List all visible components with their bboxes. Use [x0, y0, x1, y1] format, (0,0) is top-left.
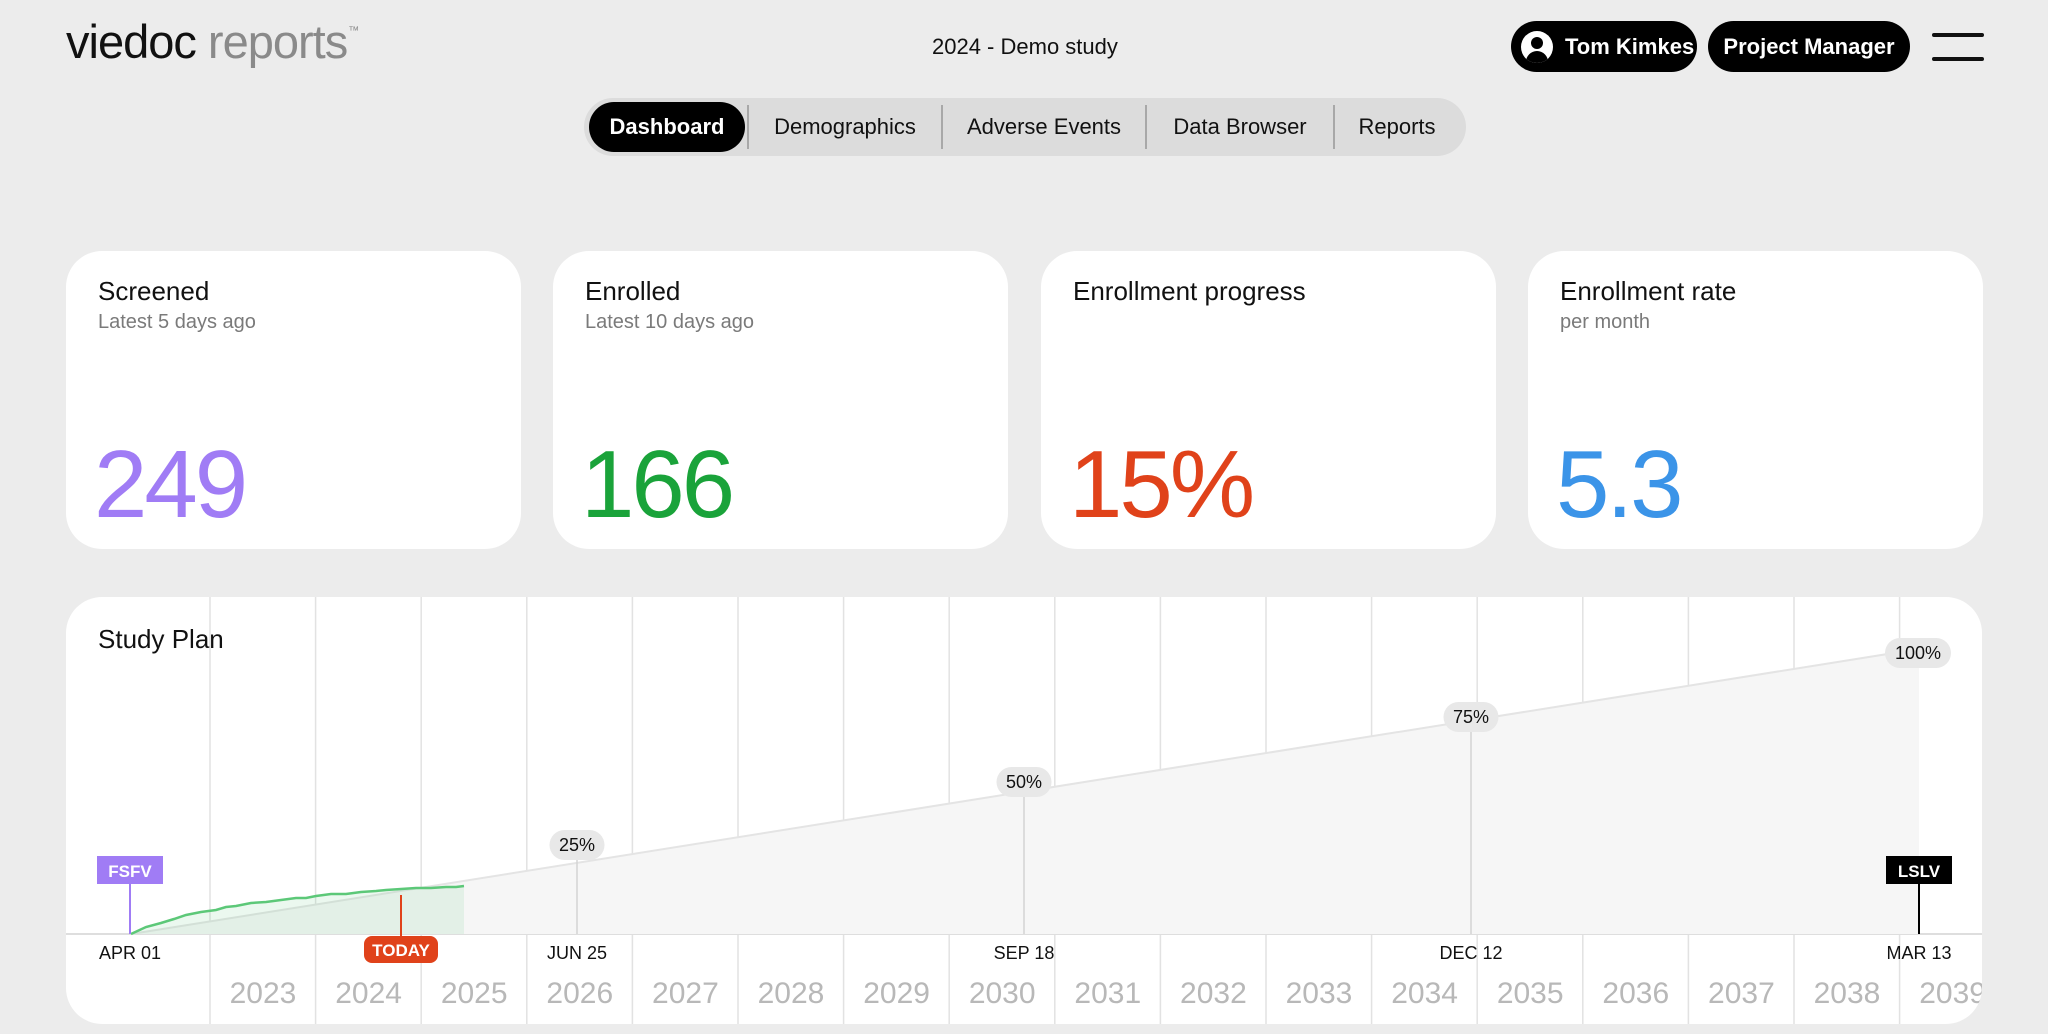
enrolled-value: 166 [581, 431, 735, 538]
year-label: 2030 [969, 977, 1036, 1010]
card-title: Enrolled [585, 276, 681, 306]
card-subtitle: Latest 5 days ago [98, 311, 256, 333]
milestone-label: 75% [1453, 707, 1489, 727]
milestone-date: SEP 18 [994, 943, 1055, 963]
enrollment-progress-card: Enrollment progress 15% [1041, 251, 1496, 549]
study-plan-timeline: 25% JUN 25 50% SEP 18 75% DEC 12 100% FSFV APR 0… [66, 597, 1982, 1024]
logo-text-secondary: reports [207, 15, 348, 68]
year-label: 2033 [1286, 977, 1353, 1010]
main-tab-bar: Dashboard Demographics Adverse Events Da… [584, 98, 1466, 156]
logo-trademark: ™ [348, 25, 360, 37]
year-label: 2025 [441, 977, 508, 1010]
year-label: 2031 [1074, 977, 1141, 1010]
year-label: 2029 [863, 977, 930, 1010]
year-label: 2035 [1497, 977, 1564, 1010]
enrollment-rate-card: Enrollment rate per month 5.3 [1528, 251, 1983, 549]
tab-dashboard[interactable]: Dashboard [589, 102, 745, 152]
card-title: Screened [98, 276, 210, 306]
tab-reports[interactable]: Reports [1335, 102, 1459, 152]
hamburger-menu-icon[interactable] [1932, 33, 1984, 61]
milestone-label: 50% [1006, 772, 1042, 792]
milestone-date: JUN 25 [547, 943, 607, 963]
tab-data-browser[interactable]: Data Browser [1147, 102, 1333, 152]
screened-value: 249 [94, 431, 248, 538]
screened-card: Screened Latest 5 days ago 249 [66, 251, 521, 549]
enrollment-rate-value: 5.3 [1556, 431, 1683, 538]
year-label: 2028 [758, 977, 825, 1010]
card-subtitle: Latest 10 days ago [585, 311, 755, 333]
card-title: Enrollment progress [1073, 276, 1306, 306]
year-label: 2026 [546, 977, 613, 1010]
fsfv-label: FSFV [108, 862, 152, 881]
start-date-label: APR 01 [99, 943, 161, 963]
user-avatar-icon [1521, 30, 1553, 63]
enrolled-card: Enrolled Latest 10 days ago 166 [553, 251, 1008, 549]
milestone-date: DEC 12 [1439, 943, 1502, 963]
year-label: 2036 [1602, 977, 1669, 1010]
year-label: 2032 [1180, 977, 1247, 1010]
lslv-label: LSLV [1898, 862, 1941, 881]
study-plan-panel: Study Plan 25% JUN 25 50% SEP 18 75% DEC 12 10… [66, 597, 1982, 1024]
card-title: Enrollment rate [1560, 276, 1737, 306]
milestone-date: MAR 13 [1886, 943, 1951, 963]
year-label: 2039 [1919, 977, 1982, 1010]
year-label: 2034 [1391, 977, 1458, 1010]
milestone-label: 25% [559, 835, 595, 855]
tab-adverse-events[interactable]: Adverse Events [943, 102, 1145, 152]
card-subtitle: per month [1560, 311, 1651, 333]
actual-enrollment-area [131, 886, 464, 934]
viedoc-reports-logo[interactable]: viedoc reports™ [66, 14, 359, 83]
today-label: TODAY [372, 941, 430, 960]
year-label: 2023 [230, 977, 297, 1010]
year-label: 2027 [652, 977, 719, 1010]
role-button[interactable]: Project Manager [1708, 21, 1910, 72]
year-label: 2024 [335, 977, 402, 1010]
milestone-label: 100% [1895, 643, 1941, 663]
year-label: 2037 [1708, 977, 1775, 1010]
enrollment-progress-value: 15% [1069, 431, 1255, 538]
logo-text-primary: viedoc [66, 15, 197, 68]
study-title: 2024 - Demo study [932, 34, 1118, 59]
year-label: 2038 [1814, 977, 1881, 1010]
role-label: Project Manager [1723, 33, 1895, 59]
study-plan-title: Study Plan [98, 624, 224, 654]
user-button[interactable]: Tom Kimkes [1511, 21, 1697, 72]
tab-demographics[interactable]: Demographics [749, 102, 941, 152]
user-name: Tom Kimkes [1565, 33, 1695, 59]
